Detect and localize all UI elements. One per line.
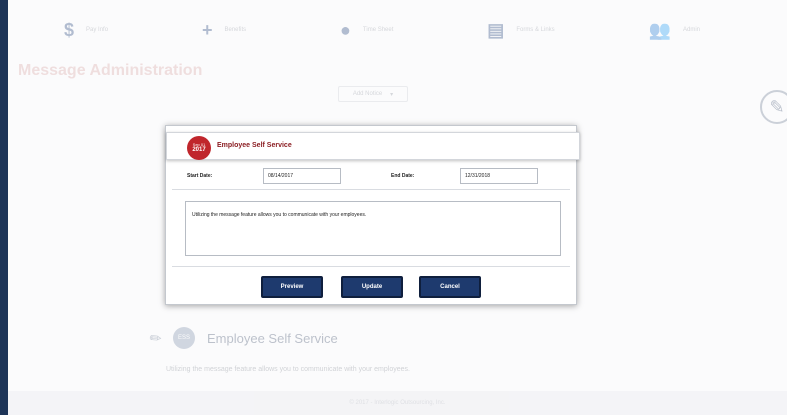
badge-year: 2017 (192, 147, 206, 153)
edit-icon[interactable]: ✎ (760, 90, 787, 124)
users-icon: 👥 (648, 20, 671, 40)
preview-button[interactable]: Preview (261, 276, 323, 298)
nav-item-pay-info[interactable]: $ Pay Info (64, 21, 108, 39)
plus-icon: + (201, 20, 213, 40)
modal-header: Sep 01 2017 Employee Self Service (166, 132, 580, 160)
message-card: ESS Employee Self Service (173, 318, 573, 358)
document-icon: ▤ (487, 20, 505, 40)
nav-item-label: Forms & Links (516, 27, 555, 33)
cancel-button[interactable]: Cancel (419, 276, 481, 298)
end-date-label: End Date: (391, 173, 415, 179)
notice-filter-select[interactable]: Add Notice ▾ (338, 86, 408, 102)
divider (172, 266, 570, 267)
end-date-field[interactable]: 12/31/2018 (460, 168, 538, 184)
filter-label: Add Notice (352, 91, 383, 97)
date-badge: Sep 01 2017 (187, 136, 211, 160)
start-date-label: Start Date: (187, 173, 213, 179)
pencil-icon[interactable]: ✎ (146, 328, 166, 349)
chevron-down-icon: ▾ (390, 91, 394, 98)
edit-message-modal: Sep 01 2017 Employee Self Service Start … (165, 125, 580, 305)
ess-icon: ESS (173, 327, 195, 349)
app-window: $ Pay Info + Benefits ● Time Sheet ▤ For… (8, 0, 787, 415)
dollar-icon: $ (64, 20, 75, 40)
message-textarea[interactable]: Utilizing the message feature allows you… (185, 201, 561, 256)
nav-item-label: Benefits (224, 27, 247, 33)
pencil-icon: ✎ (769, 96, 785, 117)
nav-item-label: Time Sheet (362, 27, 394, 33)
message-card-text: Utilizing the message feature allows you… (166, 366, 410, 373)
nav-item-admin[interactable]: 👥 Admin (649, 21, 700, 39)
page-title: Message Administration (18, 62, 203, 79)
nav-item-benefits[interactable]: + Benefits (202, 21, 246, 39)
person-icon: ● (340, 20, 351, 40)
message-card-title: Employee Self Service (207, 330, 338, 346)
footer: © 2017 - Interlogic Outsourcing, Inc. (8, 391, 787, 415)
nav-item-time-sheet[interactable]: ● Time Sheet (340, 21, 393, 39)
footer-text: © 2017 - Interlogic Outsourcing, Inc. (349, 400, 446, 406)
modal-title: Employee Self Service (217, 142, 292, 149)
nav-item-label: Pay Info (86, 27, 109, 33)
divider (172, 189, 570, 190)
update-button[interactable]: Update (341, 276, 403, 298)
start-date-field[interactable]: 08/14/2017 (263, 168, 341, 184)
nav-item-label: Admin (682, 27, 700, 33)
top-navigation: $ Pay Info + Benefits ● Time Sheet ▤ For… (46, 10, 718, 50)
nav-item-forms-links[interactable]: ▤ Forms & Links (487, 21, 554, 39)
